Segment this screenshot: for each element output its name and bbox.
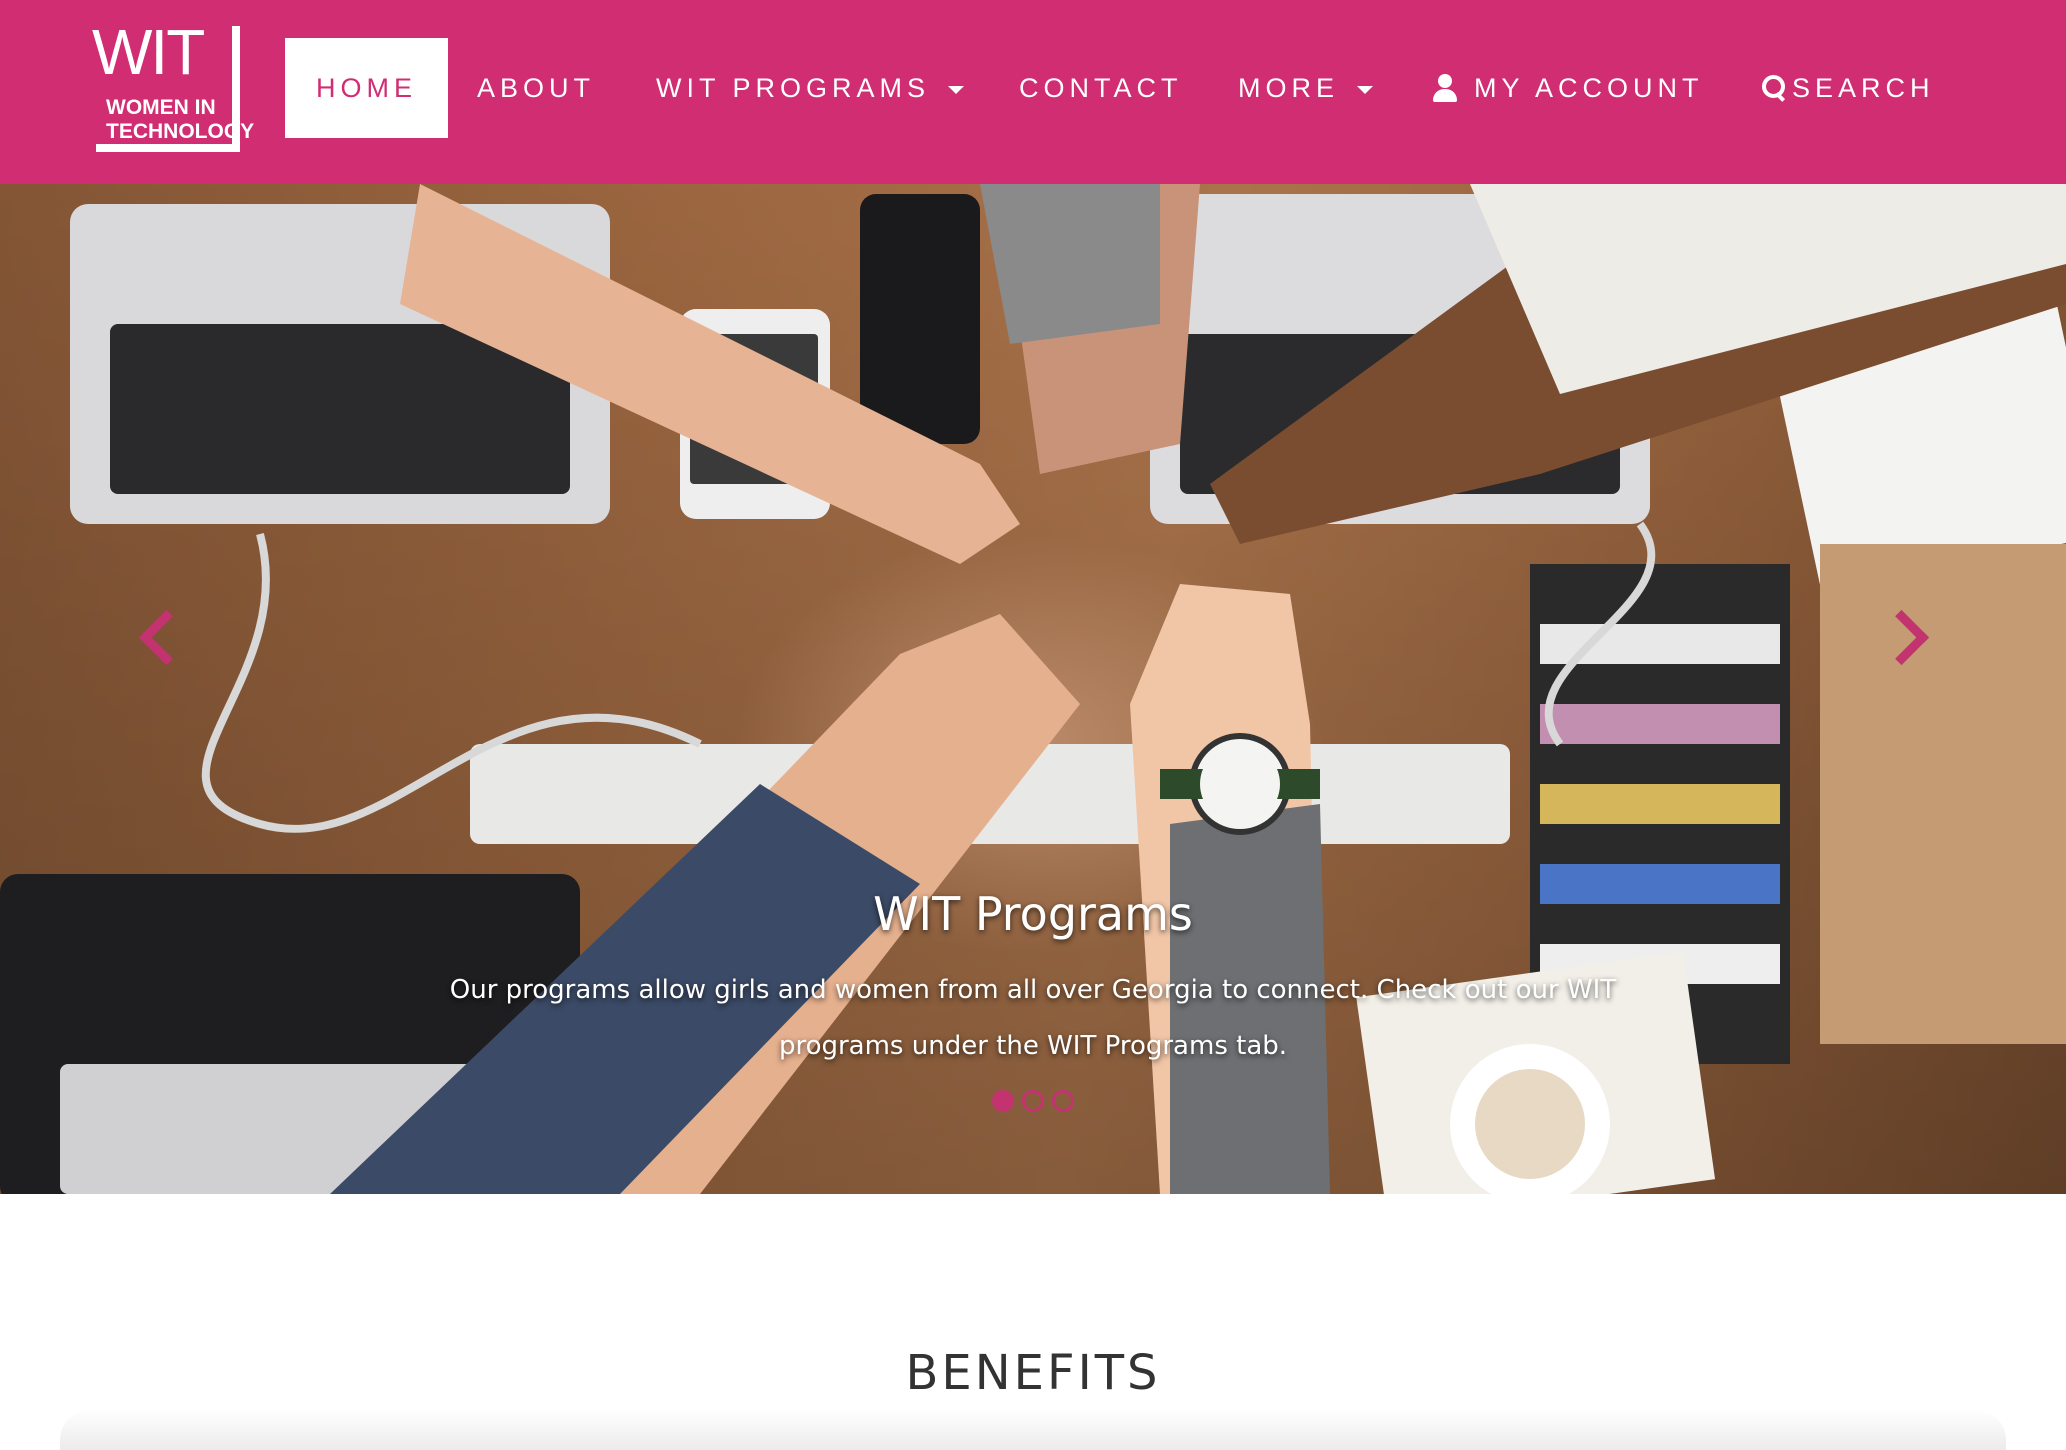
nav-wit-programs-label: WIT PROGRAMS	[656, 72, 931, 103]
carousel-indicators	[0, 1090, 2066, 1112]
top-navbar: WIT WOMEN IN TECHNOLOGY HOME ABOUT WIT P…	[0, 0, 2066, 184]
nav-about[interactable]: ABOUT	[477, 38, 595, 138]
nav-search-label: SEARCH	[1792, 72, 1935, 103]
chevron-down-icon	[1357, 86, 1373, 94]
logo-tagline-line1: WOMEN IN	[106, 96, 216, 119]
carousel-indicator-2[interactable]	[1022, 1090, 1044, 1112]
hero-text: Our programs allow girls and women from …	[449, 975, 1617, 1061]
benefits-heading: BENEFITS	[905, 1345, 1161, 1401]
logo-tagline: WOMEN IN TECHNOLOGY	[106, 96, 255, 144]
nav-more[interactable]: MORE	[1238, 38, 1373, 138]
nav-search[interactable]: SEARCH	[1762, 38, 1935, 138]
phone-black	[860, 194, 980, 444]
carousel-next-button[interactable]	[1878, 584, 1938, 684]
nav-about-label: ABOUT	[477, 72, 596, 103]
nav-wit-programs[interactable]: WIT PROGRAMS	[656, 38, 965, 138]
nav-home[interactable]: HOME	[285, 38, 448, 138]
search-icon	[1762, 75, 1788, 101]
carousel-indicator-3[interactable]	[1052, 1090, 1074, 1112]
nav-home-label: HOME	[316, 72, 417, 103]
chevron-down-icon	[948, 86, 965, 94]
hero-carousel: WIT Programs Our programs allow girls an…	[0, 184, 2066, 1194]
hero-title: WIT Programs	[873, 887, 1193, 941]
nav-contact[interactable]: CONTACT	[1019, 38, 1183, 138]
site-logo[interactable]: WIT WOMEN IN TECHNOLOGY	[90, 16, 255, 156]
logo-wordmark: WIT	[92, 16, 205, 88]
logo-tagline-line2: TECHNOLOGY	[106, 120, 255, 143]
carousel-prev-button[interactable]	[125, 584, 185, 684]
nav-my-account[interactable]: MY ACCOUNT	[1432, 38, 1704, 138]
nav-my-account-label: MY ACCOUNT	[1474, 72, 1704, 103]
user-icon	[1432, 74, 1458, 102]
nav-more-label: MORE	[1238, 72, 1339, 103]
nav-contact-label: CONTACT	[1019, 72, 1183, 103]
carousel-indicator-1[interactable]	[992, 1090, 1014, 1112]
benefits-panel-edge	[60, 1410, 2006, 1450]
hero-caption: WIT Programs Our programs allow girls an…	[0, 884, 2066, 1074]
